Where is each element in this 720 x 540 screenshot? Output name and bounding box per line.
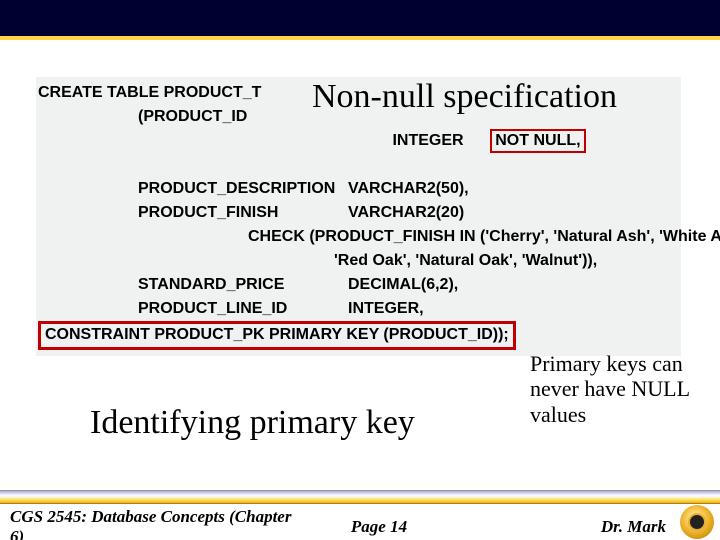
sql-col: STANDARD_PRICE	[138, 273, 348, 297]
sql-line: PRODUCT_FINISH VARCHAR2(20)	[38, 201, 679, 225]
sql-code-block: CREATE TABLE PRODUCT_T (PRODUCT_ID INTEG…	[36, 77, 681, 356]
sql-line: PRODUCT_DESCRIPTION VARCHAR2(50),	[38, 177, 679, 201]
pk-constraint-highlight: CONSTRAINT PRODUCT_PK PRIMARY KEY (PRODU…	[38, 321, 516, 350]
sql-check: CHECK (PRODUCT_FINISH IN ('Cherry', 'Nat…	[248, 225, 720, 249]
sql-line: 'Red Oak', 'Natural Oak', 'Walnut')),	[38, 249, 679, 273]
caption-pk: Identifying primary key	[90, 404, 415, 442]
not-null-highlight: NOT NULL,	[490, 129, 585, 153]
sql-col: PRODUCT_DESCRIPTION	[138, 177, 348, 201]
caption-note: Primary keys can never have NULL values	[530, 351, 710, 427]
caption-nonnull: Non-null specification	[312, 78, 617, 116]
sql-type: VARCHAR2(50),	[348, 177, 679, 201]
footer-author: Dr. Mark	[461, 517, 710, 537]
slide-footer: CGS 2545: Database Concepts (Chapter 6) …	[0, 490, 720, 540]
slide-content: CREATE TABLE PRODUCT_T (PRODUCT_ID INTEG…	[0, 44, 720, 490]
footer-row: CGS 2545: Database Concepts (Chapter 6) …	[0, 504, 720, 540]
sql-col: PRODUCT_LINE_ID	[138, 297, 348, 321]
ucf-logo-icon	[680, 505, 714, 539]
sql-col: PRODUCT_FINISH	[138, 201, 348, 225]
sql-create: CREATE TABLE PRODUCT_T	[38, 81, 138, 105]
sql-line: CONSTRAINT PRODUCT_PK PRIMARY KEY (PRODU…	[38, 321, 679, 350]
sql-line: PRODUCT_LINE_ID INTEGER,	[38, 297, 679, 321]
sql-type: DECIMAL(6,2),	[348, 273, 679, 297]
sql-line: STANDARD_PRICE DECIMAL(6,2),	[38, 273, 679, 297]
footer-course: CGS 2545: Database Concepts (Chapter 6)	[10, 507, 297, 540]
sql-type: INTEGER,	[348, 297, 679, 321]
slide: CREATE TABLE PRODUCT_T (PRODUCT_ID INTEG…	[0, 0, 720, 540]
footer-page: Page 14	[297, 517, 461, 537]
sql-line: CHECK (PRODUCT_FINISH IN ('Cherry', 'Nat…	[38, 225, 679, 249]
sql-type: VARCHAR2(20)	[348, 201, 679, 225]
footer-divider	[0, 490, 720, 504]
sql-check: 'Red Oak', 'Natural Oak', 'Walnut')),	[334, 249, 597, 273]
title-bar	[0, 0, 720, 40]
